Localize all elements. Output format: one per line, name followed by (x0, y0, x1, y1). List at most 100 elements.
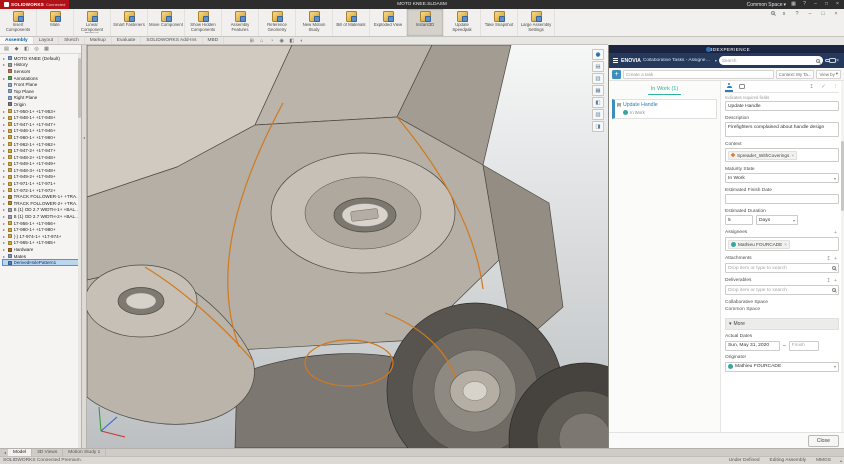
ribbon-tool[interactable]: New Motion Study (296, 9, 333, 36)
task-pane-icon[interactable]: ◉ (592, 49, 604, 60)
app-title[interactable]: Collaborative Tasks - Assigned to (643, 58, 713, 63)
assignees-input[interactable]: Mathieu FOURCADE × (725, 237, 839, 251)
status-item[interactable]: MMGS (816, 458, 831, 463)
dimxpertmanager-tab-icon[interactable]: ◎ (33, 46, 40, 52)
tree-item[interactable]: ▸ TRACK FOLLOWER-1+ +TRACK FO (2, 193, 81, 200)
minimize-button[interactable]: – (806, 11, 814, 18)
expand-caret-icon[interactable]: ▸ (3, 62, 7, 67)
context-filter[interactable]: Context: My Ta... (776, 70, 815, 79)
document-tab[interactable]: Motion Study 1 (63, 449, 106, 456)
user-menu[interactable]: s (780, 11, 788, 18)
expand-caret-icon[interactable]: ▸ (3, 188, 7, 193)
expand-caret-icon[interactable]: ▸ (3, 234, 7, 239)
expand-caret-icon[interactable]: ▸ (3, 122, 7, 127)
tree-item[interactable]: Top Plane (2, 88, 81, 95)
command-tab[interactable]: Sketch (59, 37, 85, 44)
command-tab[interactable]: SOLIDWORKS Add-Ins (141, 37, 202, 44)
tree-item[interactable]: ▸ 17-960-1+ +17-960+ (2, 134, 81, 141)
view-by-dropdown[interactable]: View by▾ (816, 70, 841, 79)
expand-caret-icon[interactable]: ▸ (3, 174, 7, 179)
task-pane-icon[interactable]: ▦ (592, 85, 604, 96)
status-item[interactable]: Editing Assembly (770, 458, 807, 463)
close-button[interactable]: × (832, 11, 840, 18)
task-pane-icon[interactable]: ◨ (592, 121, 604, 132)
tree-item[interactable]: Sensors (2, 68, 81, 75)
tree-item[interactable]: DerivedHolePattern1 (2, 259, 81, 266)
add-task-button[interactable]: + (612, 70, 621, 79)
section-view-icon[interactable]: ◧ (288, 38, 295, 44)
more-options-icon[interactable]: ⋮ (832, 84, 839, 90)
expand-caret-icon[interactable]: ▸ (3, 214, 7, 219)
close-button[interactable]: Close (808, 435, 839, 447)
upload-icon[interactable]: ↥ (825, 256, 832, 262)
ribbon-tool[interactable]: Show Hidden Components (185, 9, 222, 36)
share-icon[interactable]: ↥ (808, 84, 815, 90)
ribbon-tool[interactable]: Exploded View (370, 9, 407, 36)
remove-icon[interactable]: × (791, 153, 794, 158)
tab-properties[interactable] (725, 81, 733, 92)
ribbon-tool[interactable]: Smart Fasteners (111, 9, 148, 36)
expand-caret-icon[interactable]: ▸ (3, 148, 7, 153)
tree-item[interactable]: ▸ MOTO KNEE (Default) (2, 55, 81, 62)
add-icon[interactable]: + (832, 256, 839, 262)
remove-icon[interactable]: × (784, 242, 787, 247)
tree-item[interactable]: ▸ 17-980-1+ +17-980+ (2, 226, 81, 233)
expand-caret-icon[interactable]: ▸ (3, 76, 7, 81)
task-pane-icon[interactable]: ▧ (592, 109, 604, 120)
description-input[interactable]: Firefighters complained about handle des… (725, 122, 839, 137)
finish-date-input[interactable] (725, 194, 839, 204)
command-tab[interactable]: Evaluate (112, 37, 142, 44)
command-tab[interactable]: MBD (203, 37, 225, 44)
in-work-group-header[interactable]: In Work (1) (609, 81, 720, 95)
ribbon-tool[interactable]: Instant3D (407, 9, 444, 36)
deliverables-input[interactable]: Drop item or type to search (725, 285, 839, 295)
assignee-chip[interactable]: Mathieu FOURCADE × (728, 240, 790, 249)
upload-icon[interactable]: ↥ (825, 278, 832, 284)
duration-unit-select[interactable]: Days ▾ (756, 215, 798, 225)
expand-caret-icon[interactable]: ▸ (3, 201, 7, 206)
chevron-down-icon[interactable]: ▾ (715, 58, 717, 63)
tree-item[interactable]: Front Plane (2, 81, 81, 88)
status-item[interactable]: Under Defined (729, 458, 760, 463)
appearance-icon[interactable]: ◐ (298, 38, 305, 44)
originator-select[interactable]: Mathieu FOURCADE ▾ (725, 362, 839, 372)
task-pane-icon[interactable]: ◧ (592, 97, 604, 108)
expand-caret-icon[interactable]: ▸ (3, 56, 7, 61)
close-button[interactable]: × (834, 0, 841, 9)
attachments-input[interactable]: Drop item or type to search (725, 263, 839, 273)
expand-caret-icon[interactable]: ▸ (3, 240, 7, 245)
tree-item[interactable]: ▸ 17-948-2+ +17-948+ (2, 154, 81, 161)
tree-item[interactable]: ▸ Hardware (2, 246, 81, 253)
search-icon[interactable] (771, 11, 775, 15)
tree-item[interactable]: Right Plane (2, 95, 81, 102)
tree-item[interactable]: ▸ 17-948-1+ +17-948+ (2, 114, 81, 121)
actual-finish-input[interactable]: Finish (789, 341, 819, 351)
help-icon[interactable]: ? (793, 11, 801, 18)
tree-scrollbar[interactable] (78, 54, 81, 448)
featuremanager-tab-icon[interactable]: ▤ (3, 46, 10, 52)
help-icon[interactable]: ? (801, 0, 808, 9)
add-assignee-icon[interactable]: + (832, 230, 839, 236)
command-tab[interactable]: Assembly (0, 37, 34, 44)
expand-caret-icon[interactable]: ▸ (3, 161, 7, 166)
ribbon-tool[interactable]: Update Speedpak (444, 9, 481, 36)
compass-icon[interactable] (706, 47, 711, 52)
ribbon-tool[interactable]: Linear Component Pattern (74, 9, 111, 36)
tree-item[interactable]: ▸ (-) 17-974-1+ +17-974+ (2, 233, 81, 240)
expand-caret-icon[interactable]: ▸ (3, 181, 7, 186)
command-tab[interactable]: Layout (34, 37, 59, 44)
apps-grid-icon[interactable]: ▦ (790, 0, 797, 9)
ribbon-tool[interactable]: Insert Components (0, 9, 37, 36)
maturity-select[interactable]: In Work ▾ (725, 173, 839, 183)
restore-button[interactable]: □ (819, 11, 827, 18)
tree-item[interactable]: ▸ 17-956-1+ +17-956+ (2, 220, 81, 227)
actual-start-input[interactable]: Sun, May 31, 2020 (725, 341, 780, 351)
create-task-input[interactable]: Create a task (623, 70, 774, 79)
tree-item[interactable]: Origin (2, 101, 81, 108)
ribbon-tool[interactable]: Move Component (148, 9, 185, 36)
context-chip[interactable]: Spreader_WithCoverings × (728, 151, 797, 160)
maximize-button[interactable]: □ (823, 0, 830, 9)
tree-item[interactable]: ▸ 17-962-1+ +17-962+ (2, 141, 81, 148)
tree-item[interactable]: ▸ TRACK FOLLOWER-2+ +TRACK FO (2, 200, 81, 207)
context-input[interactable]: Spreader_WithCoverings × (725, 148, 839, 162)
